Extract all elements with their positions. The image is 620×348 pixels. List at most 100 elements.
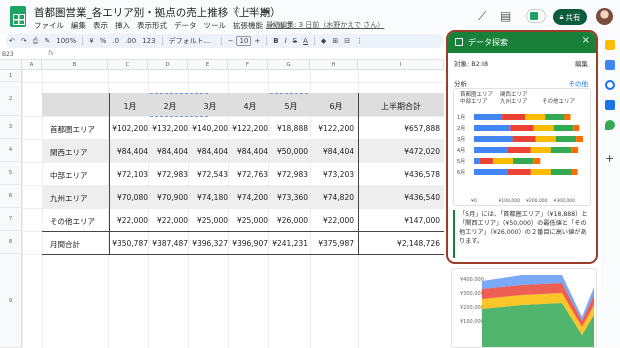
bar-segment[interactable] — [555, 136, 577, 142]
contacts-icon[interactable] — [605, 100, 615, 110]
menu-item[interactable]: 表示形式 — [137, 20, 167, 31]
column-header[interactable]: H — [310, 60, 358, 70]
table-cell[interactable]: ¥102,200 — [104, 124, 148, 133]
table-cell[interactable]: ¥73,203 — [310, 170, 354, 179]
table-header-cell[interactable]: 上半期合計 — [362, 101, 440, 112]
redo-icon[interactable]: ↷ — [18, 37, 30, 45]
bar-segment[interactable] — [479, 158, 493, 164]
merge-icon[interactable]: ⊟ — [341, 37, 353, 45]
table-header-cell[interactable]: 1月 — [112, 101, 148, 112]
bar-segment[interactable] — [474, 169, 508, 175]
last-edit-link[interactable]: 最終編集: 3 日前（水野かえで さん） — [266, 20, 384, 30]
more-analysis-link[interactable]: その他 — [569, 78, 589, 88]
close-icon[interactable]: × — [582, 35, 590, 46]
row-header[interactable]: 4 — [0, 139, 22, 162]
bar-segment[interactable] — [492, 158, 514, 164]
menu-item[interactable]: 表示 — [93, 20, 108, 31]
bar-segment[interactable] — [530, 169, 551, 175]
table-cell[interactable]: ¥74,180 — [184, 193, 228, 202]
bar-segment[interactable] — [512, 136, 536, 142]
column-header[interactable]: C — [108, 60, 148, 70]
stacked-bar-chart[interactable]: 1月 2月 3月 4月 5月 6月 ¥0 ¥100,000 ¥200,000 ¥300,000 — [454, 109, 592, 207]
table-cell[interactable]: ¥84,404 — [104, 147, 148, 156]
table-header-cell[interactable]: 2月 — [152, 101, 188, 112]
table-cell[interactable]: ¥2,148,726 — [396, 239, 440, 248]
table-cell[interactable]: ¥132,200 — [144, 124, 188, 133]
menu-item[interactable]: 編集 — [71, 20, 86, 31]
bar-segment[interactable] — [550, 147, 572, 153]
bar-segment[interactable] — [525, 114, 546, 120]
table-header-cell[interactable]: 6月 — [314, 101, 358, 112]
table-cell[interactable]: ¥18,888 — [264, 124, 308, 133]
bar-segment[interactable] — [571, 169, 578, 175]
menu-item[interactable]: ツール — [204, 20, 227, 31]
table-cell[interactable]: ¥74,820 — [310, 193, 354, 202]
text-color-button[interactable]: A — [300, 37, 311, 45]
table-cell[interactable]: ¥375,987 — [310, 239, 354, 248]
keep-icon[interactable] — [605, 60, 615, 70]
select-all-corner[interactable] — [0, 60, 22, 70]
table-cell[interactable]: ¥72,543 — [184, 170, 228, 179]
table-header-cell[interactable]: 4月 — [232, 101, 268, 112]
menu-item[interactable]: ファイル — [34, 20, 64, 31]
bar-segment[interactable] — [530, 147, 551, 153]
menu-item[interactable]: データ — [174, 20, 197, 31]
table-cell[interactable]: ¥26,000 — [264, 216, 308, 225]
bar-segment[interactable] — [564, 114, 571, 120]
bold-button[interactable]: B — [270, 37, 281, 45]
table-cell[interactable]: ¥22,000 — [310, 216, 354, 225]
table-cell[interactable]: ¥657,888 — [396, 124, 440, 133]
row-label[interactable]: 月間合計 — [50, 239, 80, 250]
font-size-decrease-icon[interactable]: − — [225, 37, 237, 45]
table-cell[interactable]: ¥436,578 — [396, 170, 440, 179]
more-icon[interactable]: ⋮ — [353, 37, 366, 45]
table-cell[interactable]: ¥387,487 — [144, 239, 188, 248]
table-cell[interactable]: ¥396,327 — [184, 239, 228, 248]
document-title[interactable]: 首都圏営業_各エリア別・拠点の売上推移（上半期） — [34, 5, 281, 20]
row-label[interactable]: 関西エリア — [50, 147, 88, 158]
table-cell[interactable]: ¥74,200 — [224, 193, 268, 202]
secondary-chart-card[interactable]: ¥400,000 ¥300,000 ¥200,000 ¥100,000 — [451, 268, 597, 348]
table-cell[interactable]: ¥241,231 — [264, 239, 308, 248]
bar-segment[interactable] — [571, 147, 579, 153]
share-button[interactable]: 🔒︎ 共有 — [553, 9, 587, 25]
fill-color-icon[interactable]: ◆ — [318, 37, 329, 45]
add-addon-icon[interactable]: + — [605, 152, 614, 165]
currency-icon[interactable]: ¥ — [86, 37, 96, 45]
column-header[interactable]: A — [22, 60, 42, 70]
table-cell[interactable]: ¥73,360 — [264, 193, 308, 202]
maps-icon[interactable] — [605, 120, 615, 130]
table-cell[interactable]: ¥72,983 — [264, 170, 308, 179]
table-header-cell[interactable]: 5月 — [272, 101, 310, 112]
column-header[interactable]: F — [228, 60, 268, 70]
comment-icon[interactable]: ▤ — [500, 9, 511, 23]
table-cell[interactable]: ¥472,020 — [396, 147, 440, 156]
zoom-select[interactable]: 100% — [53, 37, 79, 45]
row-header[interactable]: 9 — [0, 254, 22, 348]
row-header[interactable]: 3 — [0, 116, 22, 139]
bar-segment[interactable] — [474, 158, 480, 164]
table-header-cell[interactable]: 3月 — [192, 101, 228, 112]
column-header[interactable]: I — [358, 60, 444, 70]
undo-icon[interactable]: ↶ — [6, 37, 18, 45]
bar-segment[interactable] — [507, 169, 531, 175]
explore-edit-link[interactable]: 編集 — [575, 58, 588, 68]
row-header[interactable]: 7 — [0, 208, 22, 231]
percent-button[interactable]: % — [97, 37, 110, 45]
row-header[interactable]: 1 — [0, 70, 22, 82]
row-label[interactable]: 中部エリア — [50, 170, 88, 181]
table-cell[interactable]: ¥350,787 — [104, 239, 148, 248]
paint-format-icon[interactable]: ✎ — [41, 37, 53, 45]
calendar-icon[interactable] — [605, 40, 615, 50]
font-size-input[interactable]: 10 — [236, 36, 252, 46]
row-header[interactable]: 2 — [0, 82, 22, 116]
bar-segment[interactable] — [474, 114, 503, 120]
cloud-status-icon[interactable]: ☁ — [260, 5, 270, 16]
table-cell[interactable]: ¥25,000 — [184, 216, 228, 225]
table-cell[interactable]: ¥70,080 — [104, 193, 148, 202]
move-folder-icon[interactable]: ▭ — [246, 5, 255, 16]
bar-segment[interactable] — [533, 158, 541, 164]
table-cell[interactable]: ¥84,404 — [184, 147, 228, 156]
italic-button[interactable]: I — [282, 37, 290, 45]
table-cell[interactable]: ¥22,000 — [144, 216, 188, 225]
